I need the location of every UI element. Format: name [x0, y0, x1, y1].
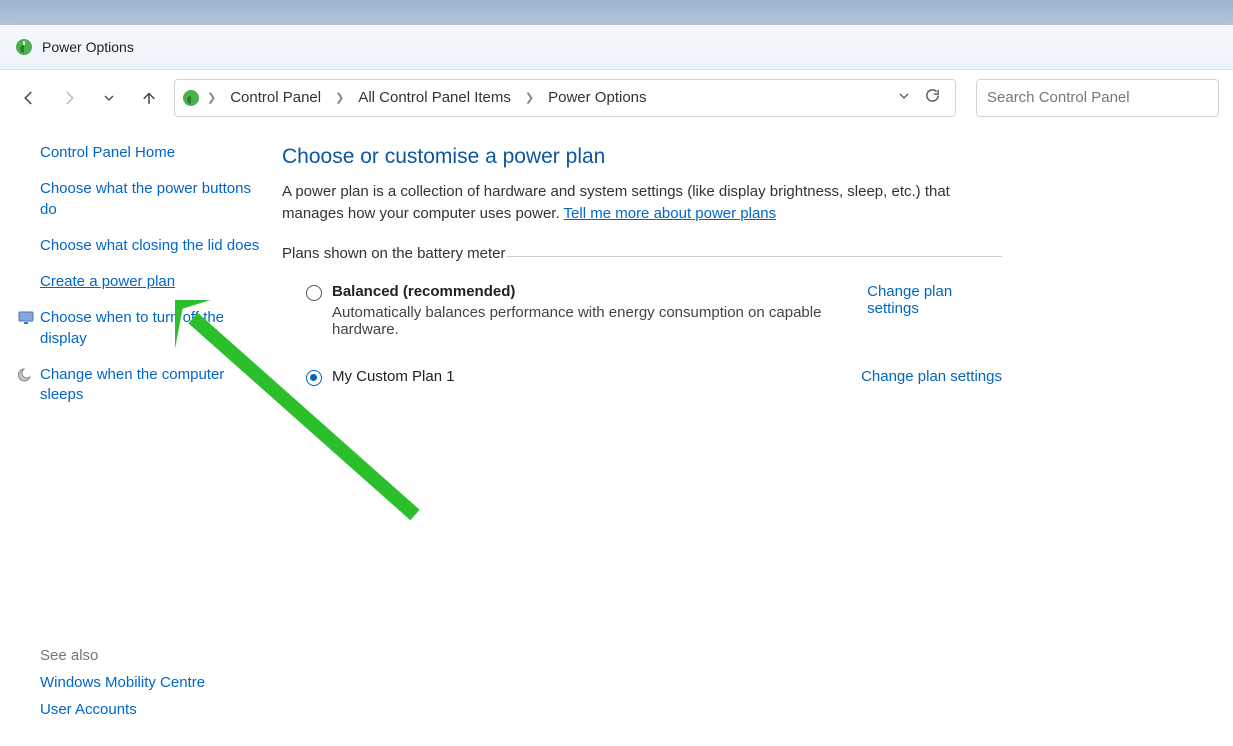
forward-button[interactable] [54, 83, 84, 113]
plans-section-label: Plans shown on the battery meter [282, 245, 505, 268]
recent-dropdown[interactable] [94, 83, 124, 113]
power-plan-row: Balanced (recommended) Automatically bal… [282, 273, 1002, 344]
page-heading: Choose or customise a power plan [282, 145, 1002, 169]
see-also-mobility-centre[interactable]: Windows Mobility Centre [40, 674, 268, 691]
see-also-user-accounts[interactable]: User Accounts [40, 701, 268, 718]
plan-radio-balanced[interactable] [306, 285, 322, 301]
sidebar-item-create-plan[interactable]: Create a power plan [40, 272, 268, 292]
plan-name: Balanced (recommended) [332, 283, 867, 300]
divider [507, 256, 1002, 257]
change-plan-settings-link[interactable]: Change plan settings [861, 368, 1002, 385]
up-button[interactable] [134, 83, 164, 113]
back-button[interactable] [14, 83, 44, 113]
sidebar-item-label: Choose what closing the lid does [40, 237, 259, 254]
sidebar: Control Panel Home Choose what the power… [0, 125, 282, 746]
power-options-icon [14, 37, 34, 57]
breadcrumb-item[interactable]: Control Panel [222, 85, 329, 110]
control-panel-home-link[interactable]: Control Panel Home [40, 143, 268, 163]
breadcrumb-item[interactable]: All Control Panel Items [350, 85, 519, 110]
chevron-down-icon[interactable] [898, 89, 910, 107]
plan-radio-custom[interactable] [306, 370, 322, 386]
refresh-icon[interactable] [924, 87, 941, 109]
search-box[interactable] [976, 79, 1219, 117]
chevron-right-icon: ❯ [333, 91, 346, 104]
see-also-label: See also [40, 647, 268, 664]
power-plan-row: My Custom Plan 1 Change plan settings [282, 358, 1002, 392]
sidebar-item-label: Create a power plan [40, 273, 175, 290]
content-pane: Choose or customise a power plan A power… [282, 125, 1233, 746]
see-also-section: See also Windows Mobility Centre User Ac… [40, 635, 268, 736]
sidebar-item-label: Choose what the power buttons do [40, 180, 251, 217]
sidebar-item-label: Change when the computer sleeps [40, 366, 224, 403]
navigation-toolbar: ❯ Control Panel ❯ All Control Panel Item… [0, 70, 1233, 125]
display-icon [18, 310, 34, 326]
chevron-right-icon: ❯ [523, 91, 536, 104]
sidebar-item-power-buttons[interactable]: Choose what the power buttons do [40, 179, 268, 220]
window-title: Power Options [42, 39, 134, 55]
page-description: A power plan is a collection of hardware… [282, 181, 1002, 225]
learn-more-link[interactable]: Tell me more about power plans [564, 205, 777, 222]
power-options-icon [181, 88, 201, 108]
breadcrumb-item[interactable]: Power Options [540, 85, 654, 110]
change-plan-settings-link[interactable]: Change plan settings [867, 283, 1002, 317]
window-titlebar: Power Options [0, 25, 1233, 70]
plan-name: My Custom Plan 1 [332, 368, 455, 385]
moon-icon [18, 367, 34, 383]
search-input[interactable] [987, 89, 1208, 106]
sidebar-item-computer-sleep[interactable]: Change when the computer sleeps [40, 365, 268, 406]
chevron-right-icon: ❯ [205, 91, 218, 104]
plan-description: Automatically balances performance with … [332, 304, 867, 338]
sidebar-item-closing-lid[interactable]: Choose what closing the lid does [40, 236, 268, 256]
sidebar-item-label: Choose when to turn off the display [40, 309, 224, 346]
sidebar-item-turn-off-display[interactable]: Choose when to turn off the display [40, 308, 268, 349]
address-bar[interactable]: ❯ Control Panel ❯ All Control Panel Item… [174, 79, 956, 117]
